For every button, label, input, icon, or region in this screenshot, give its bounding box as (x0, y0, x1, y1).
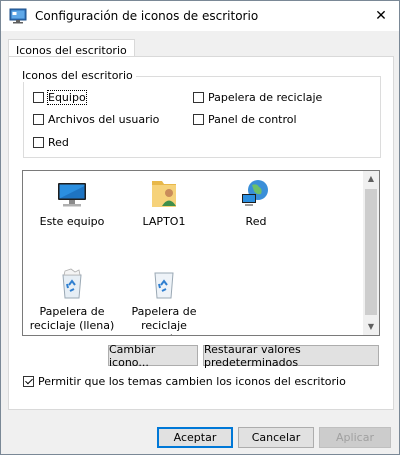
close-icon: ✕ (375, 8, 387, 24)
checkbox-box[interactable] (23, 376, 34, 387)
accept-label: Aceptar (173, 431, 217, 444)
window-title: Configuración de iconos de escritorio (35, 9, 259, 23)
recycle-bin-full-icon (62, 268, 82, 299)
user-folder-icon (152, 181, 176, 207)
checkbox-label: Papelera de reciclaje (208, 91, 323, 104)
change-icon-label: Cambiar icono... (109, 342, 156, 369)
vertical-scrollbar[interactable]: ▲ ▼ (363, 171, 379, 335)
checkbox-label: Permitir que los temas cambien los icono… (38, 375, 346, 388)
change-icon-button[interactable]: Cambiar icono... (108, 342, 198, 369)
checkbox-label: Red (48, 136, 69, 149)
checkbox-label: Panel de control (208, 113, 297, 126)
close-button[interactable]: ✕ (363, 1, 399, 31)
network-icon (242, 180, 268, 206)
dialog-window: Configuración de iconos de escritorio ✕ … (0, 0, 400, 455)
recycle-bin-empty-icon (154, 272, 174, 299)
icon-label-line2: reciclaje (vacía) (141, 319, 187, 335)
cancel-button[interactable]: Cancelar (238, 427, 314, 448)
checkbox-papelera[interactable]: Papelera de reciclaje (193, 91, 322, 104)
icon-item-lapto1[interactable]: LAPTO1 (121, 177, 207, 229)
cancel-label: Cancelar (251, 431, 301, 444)
computer-icon (58, 183, 86, 207)
checkbox-archivos-usuario[interactable]: Archivos del usuario (33, 113, 159, 126)
checkbox-equipo[interactable]: Equipo (33, 90, 87, 105)
checkbox-box[interactable] (33, 92, 44, 103)
apply-label: Aplicar (336, 431, 374, 444)
scroll-down-icon[interactable]: ▼ (363, 319, 379, 335)
scroll-up-icon[interactable]: ▲ (363, 171, 379, 187)
icon-label: Este equipo (39, 215, 105, 228)
icon-item-red[interactable]: Red (213, 177, 299, 229)
icon-item-papelera-llena[interactable]: Papelera de reciclaje (llena) (29, 267, 115, 333)
checkbox-box[interactable] (193, 114, 204, 125)
checkbox-red[interactable]: Red (33, 136, 69, 149)
accept-button[interactable]: Aceptar (157, 427, 233, 448)
checkbox-box[interactable] (33, 114, 44, 125)
checkbox-box[interactable] (193, 92, 204, 103)
checkbox-box[interactable] (33, 137, 44, 148)
icon-item-este-equipo[interactable]: Este equipo (29, 177, 115, 229)
icon-label-line1: Papelera de (39, 305, 105, 318)
icon-label: Red (245, 215, 267, 228)
restore-defaults-button[interactable]: Restaurar valores predeterminados (203, 342, 379, 369)
desktop-settings-icon (9, 8, 27, 24)
icon-label: LAPTO1 (142, 215, 186, 228)
icon-label-line2: reciclaje (llena) (29, 319, 115, 332)
checkbox-panel-control[interactable]: Panel de control (193, 113, 297, 126)
checkbox-allow-themes[interactable]: Permitir que los temas cambien los icono… (23, 375, 346, 388)
tab-panel: Iconos del escritorio Equipo Papelera de… (8, 56, 394, 410)
title-bar[interactable]: Configuración de iconos de escritorio ✕ (1, 1, 399, 31)
icon-list-view[interactable]: Este equipo LAPTO1 Red Papelera de recic… (22, 170, 380, 336)
apply-button[interactable]: Aplicar (319, 427, 391, 448)
group-label: Iconos del escritorio (19, 69, 136, 82)
scroll-thumb[interactable] (365, 189, 377, 315)
icon-item-papelera-vacia[interactable]: Papelera de reciclaje (vacía) (121, 267, 207, 335)
icon-label-line1: Papelera de (131, 305, 197, 318)
checkbox-label: Equipo (47, 90, 87, 105)
restore-defaults-label: Restaurar valores predeterminados (204, 342, 301, 369)
checkbox-label: Archivos del usuario (48, 113, 160, 126)
